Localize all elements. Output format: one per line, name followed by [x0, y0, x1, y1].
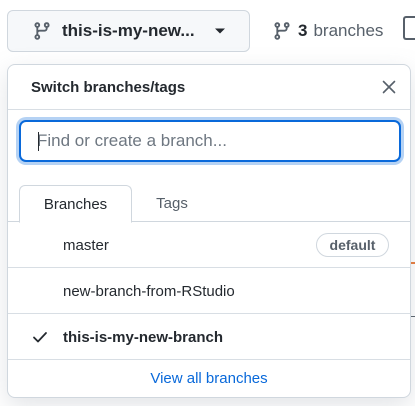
triangle-down-icon: [214, 27, 226, 35]
branch-search-input[interactable]: [21, 122, 399, 160]
close-icon[interactable]: [381, 79, 397, 95]
tab-bar: Branches Tags: [8, 185, 410, 223]
branch-item-master[interactable]: master default: [8, 222, 410, 268]
branches-count-link[interactable]: 3 branches: [272, 18, 383, 44]
text-cursor: [38, 132, 39, 151]
dropdown-header: Switch branches/tags: [8, 65, 410, 110]
clipped-button-fragment: [403, 16, 415, 40]
branch-name: this-is-my-new-branch: [63, 329, 224, 346]
branch-select-button[interactable]: this-is-my-new...: [7, 10, 250, 52]
dropdown-footer: View all branches: [8, 360, 410, 396]
branch-search-field[interactable]: [19, 120, 401, 162]
branch-item-this-is-my-new-branch[interactable]: this-is-my-new-branch: [8, 314, 410, 360]
branches-label: branches: [313, 21, 384, 40]
branch-name: master: [63, 237, 109, 254]
branch-name: new-branch-from-RStudio: [63, 283, 235, 300]
dropdown-title: Switch branches/tags: [31, 79, 186, 96]
branch-item-new-branch-from-rstudio[interactable]: new-branch-from-RStudio: [8, 268, 410, 314]
branch-count: 3: [298, 21, 308, 40]
tab-tags[interactable]: Tags: [132, 185, 212, 222]
git-branch-icon: [32, 21, 52, 41]
view-all-branches-link[interactable]: View all branches: [150, 370, 267, 387]
tab-branches[interactable]: Branches: [19, 185, 132, 223]
git-branch-icon: [272, 21, 292, 41]
check-icon: [32, 329, 48, 345]
branch-switch-dropdown: Switch branches/tags Branches Tags maste…: [7, 64, 411, 398]
branch-list: master default new-branch-from-RStudio t…: [8, 222, 410, 360]
default-badge: default: [316, 233, 389, 257]
branch-select-label: this-is-my-new...: [62, 21, 195, 40]
